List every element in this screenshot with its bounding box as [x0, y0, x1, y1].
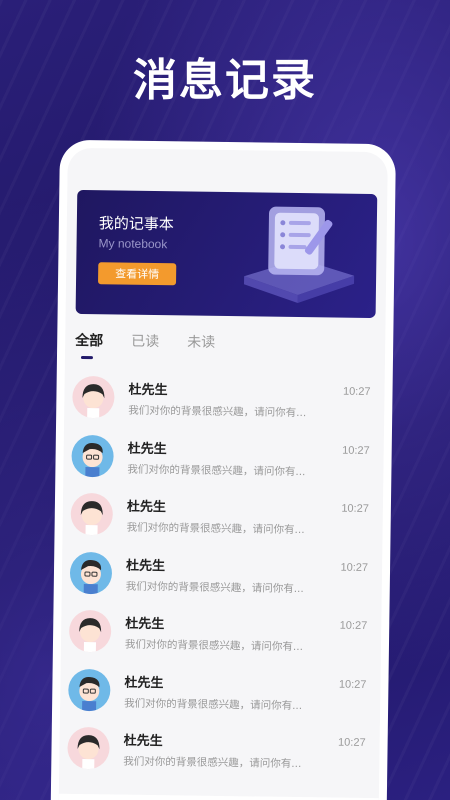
view-details-button[interactable]: 查看详情 [98, 262, 177, 286]
boy-avatar [71, 434, 114, 477]
notebook-illustration-icon [244, 206, 355, 303]
bottom-nav [58, 793, 379, 800]
sender-name: 杜先生 [127, 441, 167, 457]
app-screen: 我的记事本 My notebook 查看详情 全部 已读 未读 杜先生 我们对你… [58, 147, 388, 800]
message-time: 10:27 [338, 678, 367, 691]
list-item[interactable]: 杜先生 我们对你的背景很感兴趣，请问你有... 10:27 [59, 719, 380, 782]
sender-name: 杜先生 [125, 558, 166, 574]
message-preview: 我们对你的背景很感兴趣，请问你有... [124, 697, 303, 712]
message-preview: 我们对你的背景很感兴趣，请问你有... [123, 755, 302, 771]
list-item[interactable]: 杜先生 我们对你的背景很感兴趣，请问你有... 10:27 [64, 368, 385, 431]
list-item[interactable]: 杜先生 我们对你的背景很感兴趣，请问你有... 10:27 [60, 660, 381, 723]
sender-name: 杜先生 [123, 733, 163, 750]
list-item[interactable]: 杜先生 我们对你的背景很感兴趣，请问你有... 10:27 [62, 485, 383, 548]
sender-name: 杜先生 [124, 675, 164, 691]
banner-subtitle: My notebook [98, 236, 168, 252]
message-preview: 我们对你的背景很感兴趣，请问你有... [125, 580, 304, 595]
tab-all[interactable]: 全部 [75, 330, 103, 350]
tab-unread[interactable]: 未读 [187, 331, 215, 351]
message-list: 杜先生 我们对你的背景很感兴趣，请问你有... 10:27 杜先生 我们对你的背… [59, 368, 385, 782]
message-time: 10:27 [342, 385, 371, 399]
list-item[interactable]: 杜先生 我们对你的背景很感兴趣，请问你有... 10:27 [61, 602, 382, 665]
list-item[interactable]: 杜先生 我们对你的背景很感兴趣，请问你有... 10:27 [62, 543, 383, 606]
girl-avatar [67, 726, 110, 770]
message-time: 10:27 [340, 561, 369, 574]
hero-title: 消息记录 [133, 55, 317, 106]
phone-frame: 我的记事本 My notebook 查看详情 全部 已读 未读 杜先生 我们对你… [50, 139, 396, 800]
message-tabs: 全部 已读 未读 [75, 330, 215, 352]
message-time: 10:27 [339, 619, 368, 632]
boy-avatar [68, 668, 111, 711]
sender-name: 杜先生 [125, 616, 165, 633]
sender-name: 杜先生 [128, 382, 168, 399]
girl-avatar [68, 609, 112, 653]
list-item[interactable]: 杜先生 我们对你的背景很感兴趣，请问你有... 10:27 [63, 426, 384, 489]
message-time: 10:27 [342, 444, 370, 457]
notebook-banner[interactable]: 我的记事本 My notebook 查看详情 [75, 189, 378, 319]
boy-avatar [69, 551, 113, 594]
sender-name: 杜先生 [126, 499, 167, 516]
message-time: 10:27 [338, 736, 366, 749]
tab-read[interactable]: 已读 [131, 331, 159, 351]
girl-avatar [70, 492, 114, 536]
banner-title: 我的记事本 [98, 214, 174, 234]
girl-avatar [72, 375, 115, 419]
message-preview: 我们对你的背景很感兴趣，请问你有... [124, 638, 304, 654]
message-preview: 我们对你的背景很感兴趣，请问你有... [126, 521, 305, 537]
message-preview: 我们对你的背景很感兴趣，请问你有... [128, 404, 307, 420]
message-time: 10:27 [341, 502, 369, 516]
message-preview: 我们对你的背景很感兴趣，请问你有... [127, 463, 306, 478]
